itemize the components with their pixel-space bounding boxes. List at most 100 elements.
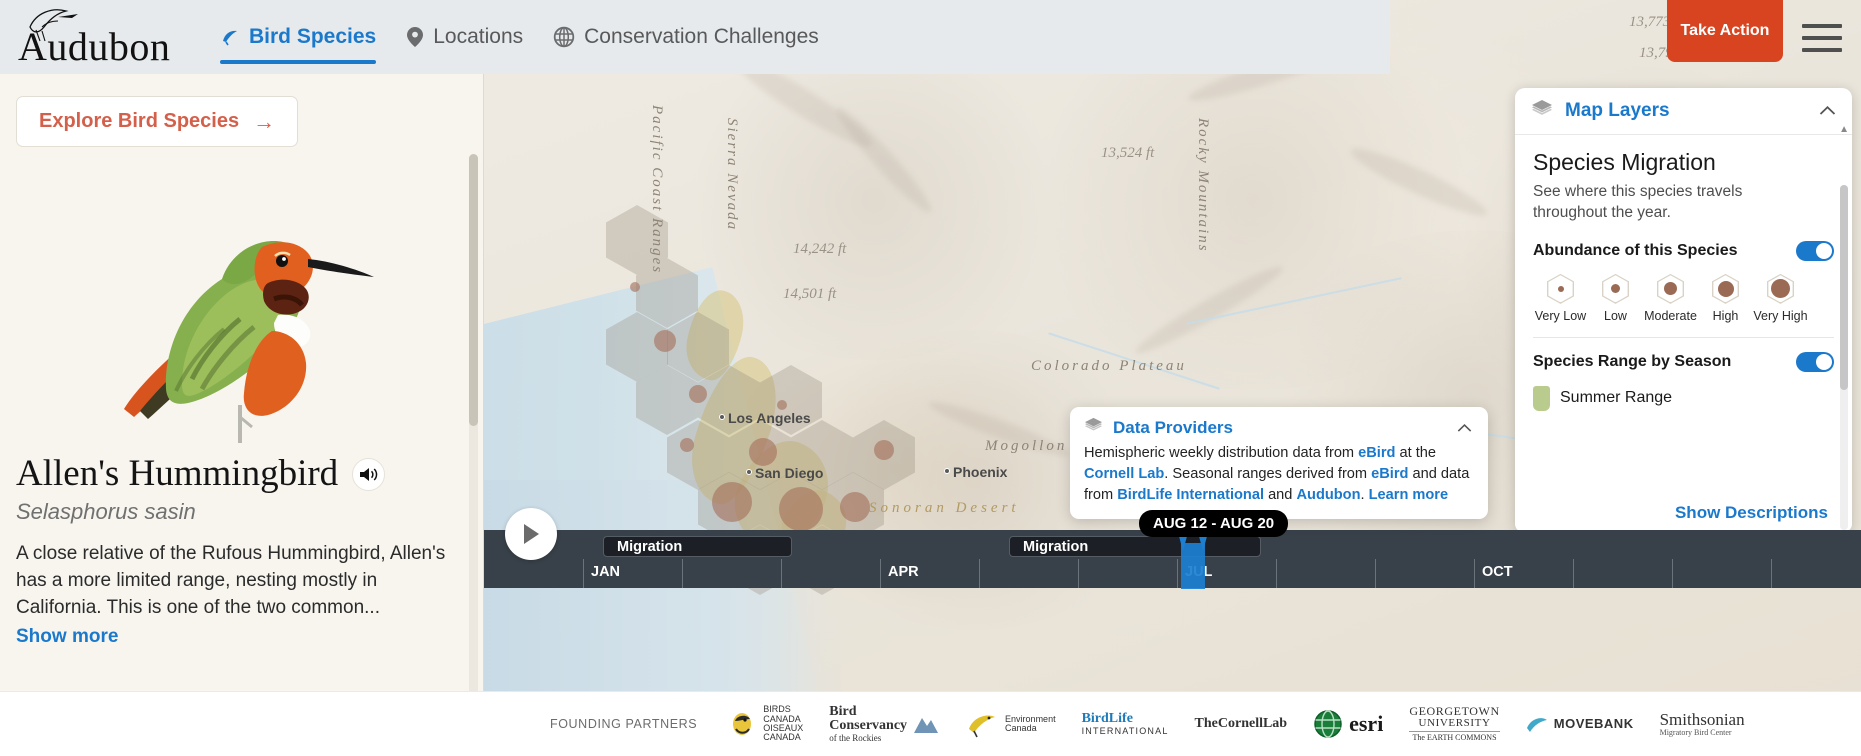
ridge: [1345, 139, 1493, 225]
prov-line2d: .: [1360, 487, 1369, 504]
partner-line: GEORGETOWN: [1409, 704, 1500, 719]
season-row: Species Range by Season: [1533, 351, 1834, 372]
abundance-dot: [654, 330, 676, 352]
show-descriptions-link[interactable]: Show Descriptions: [1675, 503, 1828, 523]
season-toggle[interactable]: [1796, 351, 1834, 372]
layers-panel-scrollbar-thumb[interactable]: [1840, 185, 1848, 390]
layers-panel-scrollbar[interactable]: [1840, 185, 1848, 530]
partner-logo-cornell-lab[interactable]: TheCornellLab: [1194, 715, 1288, 732]
species-sidebar: Explore Bird Species → Allen's Hummingbi…: [0, 74, 484, 756]
ridge: [829, 101, 939, 219]
layers-stack-icon: [1531, 99, 1553, 124]
learn-more-link[interactable]: Learn more: [1369, 487, 1448, 503]
nav-label: Locations: [433, 25, 524, 48]
take-action-button[interactable]: Take Action: [1667, 0, 1783, 62]
map-layers-header[interactable]: Map Layers: [1515, 88, 1852, 135]
summer-range-swatch: [1533, 385, 1550, 411]
environment-canada-bird-icon: [969, 715, 996, 738]
migration-band-spring[interactable]: Migration: [603, 536, 792, 557]
timeline-months: JAN APR JUL OCT: [484, 559, 1861, 588]
month-label-oct: OCT: [1482, 564, 1513, 580]
partner-line: TheCornellLab: [1194, 715, 1288, 731]
bird-description: A close relative of the Rufous Hummingbi…: [16, 542, 446, 618]
explore-bird-species-button[interactable]: Explore Bird Species →: [16, 96, 299, 147]
city-label-phoenix: Phoenix: [953, 464, 1008, 480]
prov-line1a: Hemispheric weekly distribution data fro…: [1084, 445, 1359, 461]
audubon-logo[interactable]: Audubon: [18, 7, 190, 67]
elevation-label: 14,501 ft: [783, 286, 837, 302]
map-pin-icon: [406, 26, 424, 48]
sidebar-scrollbar-thumb[interactable]: [469, 154, 478, 426]
partner-line: Canada: [1005, 723, 1037, 733]
abundance-level-label: High: [1712, 308, 1739, 323]
scroll-up-chevron-icon[interactable]: ▲: [1839, 124, 1849, 135]
audubon-flying-bird-logo-icon: [29, 9, 78, 42]
hexagon-icon: [1712, 273, 1739, 304]
show-more-link[interactable]: Show more: [16, 626, 118, 648]
abundance-dot: [777, 400, 787, 410]
map-layers-body: Species Migration See where this species…: [1515, 135, 1852, 530]
footer-partners-bar: FOUNDING PARTNERS BIRDS CANADA OISEAUX C…: [0, 691, 1861, 756]
sidebar-scrollbar[interactable]: [469, 154, 478, 734]
chevron-up-icon[interactable]: [1819, 101, 1836, 121]
summer-range-row: Summer Range: [1533, 385, 1834, 411]
region-label-rocky-mountains: Rocky Mountains: [1195, 118, 1211, 253]
elevation-label: 14,242 ft: [793, 241, 847, 257]
abundance-dot: [840, 492, 870, 522]
hamburger-menu-icon[interactable]: [1802, 24, 1842, 52]
birds-canada-bird-icon: [733, 713, 752, 735]
ridge: [925, 394, 1073, 464]
partner-logo-bird-conservancy-rockies[interactable]: Bird Conservancy of the Rockies: [829, 704, 939, 744]
partner-logo-smithsonian[interactable]: Smithsonian Migratory Bird Center: [1660, 711, 1745, 737]
link-cornell-lab[interactable]: Cornell Lab: [1084, 466, 1164, 482]
partner-line: CANADA: [763, 732, 801, 743]
partner-line: INTERNATIONAL: [1081, 725, 1169, 736]
bird-icon: [220, 27, 240, 47]
abundance-level-low: Low: [1588, 273, 1643, 323]
play-button[interactable]: [505, 508, 557, 560]
partner-line: Smithsonian: [1659, 709, 1745, 729]
link-ebird[interactable]: eBird: [1358, 445, 1395, 461]
abundance-dot: [874, 440, 894, 460]
abundance-level-label: Moderate: [1644, 308, 1697, 323]
nav-bird-species[interactable]: Bird Species: [220, 0, 377, 74]
city-label-los-angeles: Los Angeles: [728, 410, 811, 426]
region-label-sierra-nevada: Sierra Nevada: [724, 118, 740, 232]
link-ebird-2[interactable]: eBird: [1371, 466, 1408, 482]
selected-date-range-pill: AUG 12 - AUG 20: [1139, 510, 1289, 537]
hexagon-icon: [1657, 273, 1684, 304]
map-layers-footer: Show Descriptions: [1515, 494, 1852, 532]
play-bird-sound-button[interactable]: [352, 457, 386, 491]
movebank-bird-icon: [1526, 718, 1547, 732]
nav-locations[interactable]: Locations: [406, 0, 523, 74]
city-dot: [746, 469, 752, 475]
city-label-san-diego: San Diego: [755, 465, 824, 481]
partner-logo-esri[interactable]: esri: [1313, 709, 1383, 739]
partner-logo-birdlife-international[interactable]: BirdLife INTERNATIONAL: [1081, 711, 1169, 736]
partner-logo-georgetown-university[interactable]: GEORGETOWN UNIVERSITY The EARTH COMMONS: [1409, 704, 1500, 743]
partner-logo-birds-canada[interactable]: BIRDS CANADA OISEAUX CANADA: [727, 704, 803, 743]
nav-conservation-challenges[interactable]: Conservation Challenges: [553, 0, 819, 74]
partner-line: MOVEBANK: [1553, 716, 1634, 732]
map-layers-title: Map Layers: [1565, 100, 1670, 121]
data-providers-panel: Data Providers Hemispheric weekly distri…: [1070, 407, 1488, 520]
city-dot: [944, 468, 950, 474]
prov-line2c: and: [1264, 487, 1297, 504]
ridge: [1130, 258, 1288, 362]
data-providers-header[interactable]: Data Providers: [1084, 417, 1472, 439]
abundance-toggle[interactable]: [1796, 240, 1834, 261]
chevron-up-icon[interactable]: [1457, 420, 1472, 436]
hexagon-icon: [1547, 273, 1574, 304]
timeline-range-cursor[interactable]: [1176, 529, 1210, 589]
migration-band-fall[interactable]: Migration: [1009, 536, 1261, 557]
hexagon-icon: [1602, 273, 1629, 304]
bird-title-row: Allen's Hummingbird: [16, 454, 484, 494]
partner-logo-movebank[interactable]: MOVEBANK: [1526, 714, 1634, 734]
abundance-level-label: Low: [1604, 308, 1627, 323]
partner-logo-environment-canada[interactable]: Environment Canada: [965, 709, 1056, 739]
abundance-dot: [689, 385, 707, 403]
link-audubon[interactable]: Audubon: [1296, 487, 1360, 503]
migration-timeline[interactable]: Migration Migration JAN APR JUL OCT: [484, 508, 1861, 589]
link-birdlife-international[interactable]: BirdLife International: [1117, 487, 1264, 503]
explore-label: Explore Bird Species: [39, 110, 240, 132]
